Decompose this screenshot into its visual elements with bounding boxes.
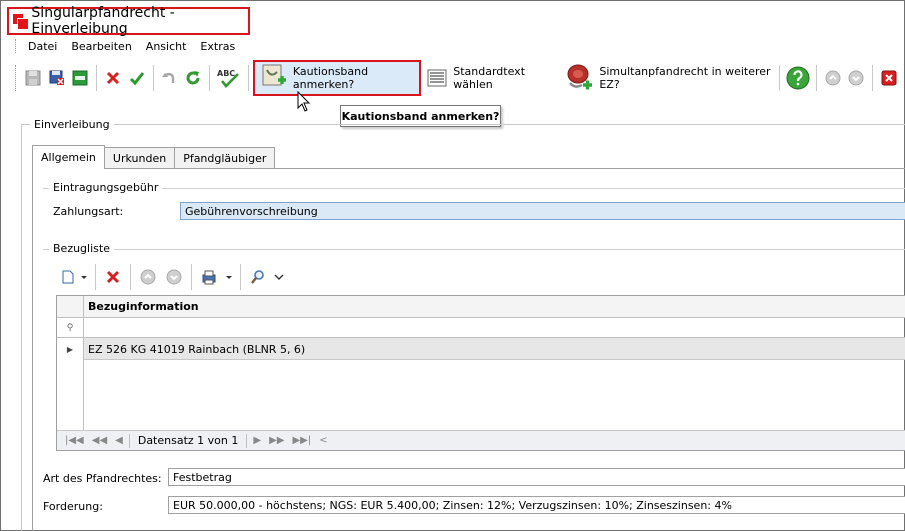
menu-bearbeiten[interactable]: Bearbeiten (71, 40, 131, 53)
last-record-icon[interactable]: ▶▶| (292, 435, 311, 446)
help-icon[interactable] (786, 65, 810, 91)
refresh-icon[interactable] (183, 67, 203, 89)
forderung-label: Forderung: (43, 500, 103, 513)
main-toolbar: ABC Kautionsband anmerken? Standardtext … (15, 59, 901, 97)
art-pfandrecht-field[interactable]: Festbetrag (168, 468, 905, 486)
fee-legend: Eintragungsgebühr (49, 181, 163, 194)
toolbar-separator (240, 264, 241, 290)
search-icon[interactable] (247, 266, 269, 288)
app-icon (13, 14, 29, 29)
grid-filter-row[interactable]: ⚲ (57, 318, 905, 338)
toolbar-separator (815, 65, 817, 91)
standardtext-waehlen-button[interactable]: Standardtext wählen (421, 60, 559, 96)
table-row[interactable]: ▶ EZ 526 KG 41019 Rainbach (BLNR 5, 6) (57, 338, 905, 360)
mouse-cursor-icon (297, 90, 311, 116)
header-row-selector[interactable] (57, 296, 84, 318)
filter-icon: ⚲ (57, 318, 84, 338)
chevron-down-icon[interactable] (79, 266, 89, 288)
menu-bar: Datei Bearbeiten Ansicht Extras (15, 38, 249, 54)
toolbar-separator (152, 65, 154, 91)
undo-icon[interactable] (160, 67, 180, 89)
confirm-check-icon[interactable] (127, 67, 147, 89)
zahlungsart-field[interactable]: Gebührenvorschreibung (180, 202, 905, 220)
record-counter: Datensatz 1 von 1 (137, 434, 239, 447)
save-close-icon[interactable] (47, 67, 67, 89)
title-bar: Singularpfandrecht - Einverleibung (7, 5, 250, 37)
chevron-down-icon[interactable] (224, 266, 234, 288)
toolbar-separator (209, 65, 210, 91)
menu-datei[interactable]: Datei (28, 40, 57, 53)
tab-strip: Allgemein Urkunden Pfandgläubiger (32, 145, 276, 169)
references-legend: Bezugliste (49, 242, 114, 255)
new-document-icon[interactable] (61, 266, 75, 288)
row-pointer-icon: ▶ (57, 338, 84, 360)
next-record-icon[interactable]: ▶ (253, 435, 261, 446)
column-header-bezuginformation[interactable]: Bezuginformation (88, 300, 199, 313)
toolbar-grip[interactable] (15, 65, 17, 91)
application-window: Singularpfandrecht - Einverleibung Datei… (0, 0, 905, 531)
text-block-icon (427, 67, 447, 89)
spellcheck-icon[interactable]: ABC (216, 67, 242, 89)
tab-pfandglaeubiger[interactable]: Pfandgläubiger (174, 147, 276, 169)
kautionsband-label: Kautionsband anmerken? (292, 65, 369, 91)
chevron-down-icon[interactable] (273, 266, 285, 288)
group-title: Einverleibung (30, 118, 114, 131)
record-navigator: |◀◀ ◀◀ ◀ Datensatz 1 von 1 ▶ ▶▶ ▶▶| < (57, 430, 905, 450)
first-record-icon[interactable]: |◀◀ (65, 435, 84, 446)
bezuginformation-cell: EZ 526 KG 41019 Rainbach (BLNR 5, 6) (88, 343, 306, 356)
standardtext-label: Standardtext wählen (453, 65, 526, 91)
scroll-left-icon[interactable]: < (319, 435, 327, 446)
toolbar-separator (191, 264, 192, 290)
move-up-icon[interactable] (823, 67, 843, 89)
move-up-icon[interactable] (137, 266, 159, 288)
save-icon[interactable] (70, 67, 90, 89)
kautionsband-anmerken-button[interactable]: Kautionsband anmerken? (252, 60, 422, 96)
cancel-icon[interactable] (103, 67, 123, 89)
simultanpfandrecht-button[interactable]: Simultanpfandrecht in weiterer EZ? (559, 60, 775, 96)
toolbar-separator (872, 65, 874, 91)
references-grid: Bezuginformation ⚲ ▶ EZ 526 KG 41019 Rai… (56, 295, 905, 451)
grid-empty-area (57, 360, 84, 430)
art-pfandrecht-label: Art des Pfandrechtes: (43, 472, 162, 485)
toolbar-separator (96, 65, 98, 91)
simultanpfandrecht-label: Simultanpfandrecht in weiterer EZ? (599, 65, 771, 91)
toolbar-separator (130, 264, 131, 290)
toolbar-separator (95, 264, 96, 290)
forderung-field[interactable]: EUR 50.000,00 - höchstens; NGS: EUR 5.40… (168, 496, 905, 514)
move-down-icon[interactable] (847, 67, 867, 89)
tab-allgemein[interactable]: Allgemein (32, 145, 105, 169)
delete-icon[interactable] (102, 266, 124, 288)
seal-add-icon (565, 63, 593, 93)
toolbar-separator (247, 65, 249, 91)
tab-urkunden[interactable]: Urkunden (103, 147, 176, 169)
window-title: Singularpfandrecht - Einverleibung (31, 5, 175, 37)
toolbar-separator (779, 65, 780, 91)
references-toolbar (59, 264, 287, 290)
move-down-icon[interactable] (163, 266, 185, 288)
close-icon[interactable] (879, 67, 899, 89)
previous-page-icon[interactable]: ◀◀ (92, 435, 107, 446)
menu-ansicht[interactable]: Ansicht (146, 40, 187, 53)
grid-header: Bezuginformation (57, 296, 905, 318)
next-page-icon[interactable]: ▶▶ (269, 435, 284, 446)
navigator-separator (246, 433, 248, 448)
save-disabled-icon[interactable] (23, 67, 43, 89)
zahlungsart-label: Zahlungsart: (53, 205, 124, 218)
navigator-separator (128, 433, 130, 448)
document-add-icon (261, 64, 287, 92)
previous-record-icon[interactable]: ◀ (115, 435, 123, 446)
print-icon[interactable] (198, 266, 220, 288)
svg-text:ABC: ABC (217, 69, 235, 78)
menu-extras[interactable]: Extras (200, 40, 235, 53)
